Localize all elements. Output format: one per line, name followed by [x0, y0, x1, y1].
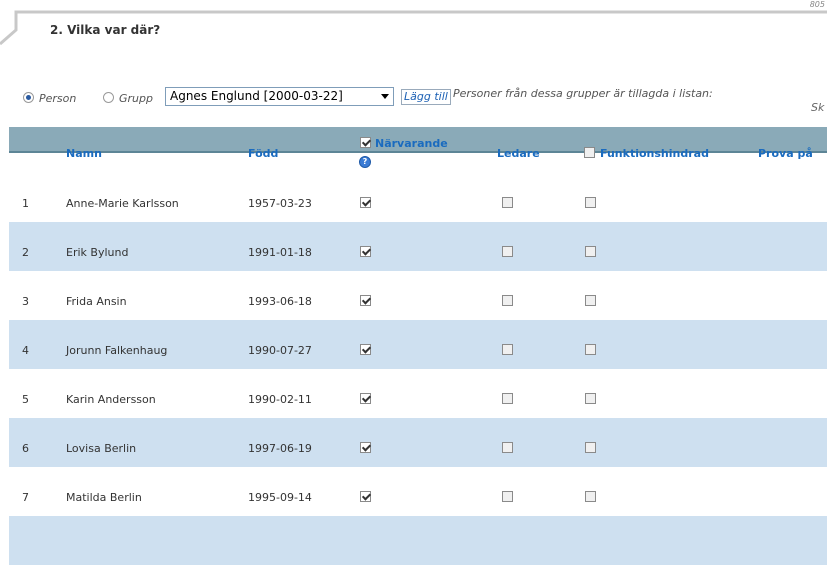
person-name: Frida Ansin — [66, 295, 127, 308]
table-row: 3 Frida Ansin 1993-06-18 — [9, 271, 827, 320]
page-number: 805 — [809, 0, 825, 9]
radio-group-label: Grupp — [119, 92, 153, 105]
leader-checkbox[interactable] — [502, 295, 513, 306]
column-header-name[interactable]: Namn — [66, 147, 102, 160]
birth-date: 1991-01-18 — [248, 246, 312, 259]
table-row: 1 Anne-Marie Karlsson 1957-03-23 — [9, 173, 827, 222]
add-person-controls: Person Grupp Agnes Englund [2000-03-22] … — [0, 86, 827, 116]
row-number: 4 — [22, 344, 29, 357]
add-button[interactable]: Lägg till — [401, 89, 451, 105]
radio-person[interactable] — [23, 92, 34, 103]
person-name: Matilda Berlin — [66, 491, 142, 504]
leader-checkbox[interactable] — [502, 442, 513, 453]
table-header: Namn Född Närvarande ? Ledare Funktionsh… — [9, 127, 827, 173]
present-checkbox[interactable] — [360, 295, 371, 306]
present-checkbox[interactable] — [360, 197, 371, 208]
row-number: 3 — [22, 295, 29, 308]
table-row: 6 Lovisa Berlin 1997-06-19 — [9, 418, 827, 467]
table-row: 4 Jorunn Falkenhaug 1990-07-27 — [9, 320, 827, 369]
radio-group[interactable] — [103, 92, 114, 103]
top-bar: 805 2. Vilka var där? — [0, 0, 827, 48]
disability-checkbox[interactable] — [585, 344, 596, 355]
birth-date: 1995-09-14 — [248, 491, 312, 504]
radio-person-label: Person — [39, 92, 77, 105]
column-header-born[interactable]: Född — [248, 147, 278, 160]
column-header-present[interactable]: Närvarande — [375, 137, 448, 150]
table-row: 5 Karin Andersson 1990-02-11 — [9, 369, 827, 418]
disability-checkbox[interactable] — [585, 393, 596, 404]
person-name: Lovisa Berlin — [66, 442, 137, 455]
person-select[interactable]: Agnes Englund [2000-03-22] — [165, 87, 394, 106]
present-checkbox[interactable] — [360, 491, 371, 502]
person-select-value: Agnes Englund [2000-03-22] — [170, 89, 343, 103]
person-name: Anne-Marie Karlsson — [66, 197, 179, 210]
disability-checkbox[interactable] — [585, 442, 596, 453]
present-checkbox[interactable] — [360, 393, 371, 404]
birth-date: 1990-02-11 — [248, 393, 312, 406]
column-header-disability[interactable]: Funktionshindrad — [600, 147, 709, 160]
present-checkbox[interactable] — [360, 442, 371, 453]
disability-checkbox[interactable] — [585, 491, 596, 502]
leader-checkbox[interactable] — [502, 246, 513, 257]
person-name: Jorunn Falkenhaug — [66, 344, 168, 357]
leader-checkbox[interactable] — [502, 393, 513, 404]
select-all-present-checkbox[interactable] — [360, 137, 371, 148]
disability-checkbox[interactable] — [585, 295, 596, 306]
disability-checkbox[interactable] — [585, 197, 596, 208]
group-info-text: Personer från dessa grupper är tillagda … — [453, 87, 713, 100]
row-number: 2 — [22, 246, 29, 259]
row-number: 5 — [22, 393, 29, 406]
present-checkbox[interactable] — [360, 344, 371, 355]
person-name: Karin Andersson — [66, 393, 156, 406]
table-row: 2 Erik Bylund 1991-01-18 — [9, 222, 827, 271]
row-number: 6 — [22, 442, 29, 455]
present-checkbox[interactable] — [360, 246, 371, 257]
person-name: Erik Bylund — [66, 246, 129, 259]
table-row: 7 Matilda Berlin 1995-09-14 — [9, 467, 827, 516]
birth-date: 1993-06-18 — [248, 295, 312, 308]
row-number: 7 — [22, 491, 29, 504]
birth-date: 1957-03-23 — [248, 197, 312, 210]
leader-checkbox[interactable] — [502, 344, 513, 355]
truncated-label: Sk — [811, 101, 825, 114]
leader-checkbox[interactable] — [502, 197, 513, 208]
leader-checkbox[interactable] — [502, 491, 513, 502]
table-row — [9, 516, 827, 565]
column-header-leader[interactable]: Ledare — [497, 147, 540, 160]
column-header-trial[interactable]: Prova på — [758, 147, 813, 160]
section-title: 2. Vilka var där? — [50, 23, 161, 37]
help-icon[interactable]: ? — [359, 156, 371, 168]
birth-date: 1997-06-19 — [248, 442, 312, 455]
select-all-disability-checkbox[interactable] — [584, 147, 595, 158]
disability-checkbox[interactable] — [585, 246, 596, 257]
row-number: 1 — [22, 197, 29, 210]
chevron-down-icon — [381, 94, 389, 99]
birth-date: 1990-07-27 — [248, 344, 312, 357]
